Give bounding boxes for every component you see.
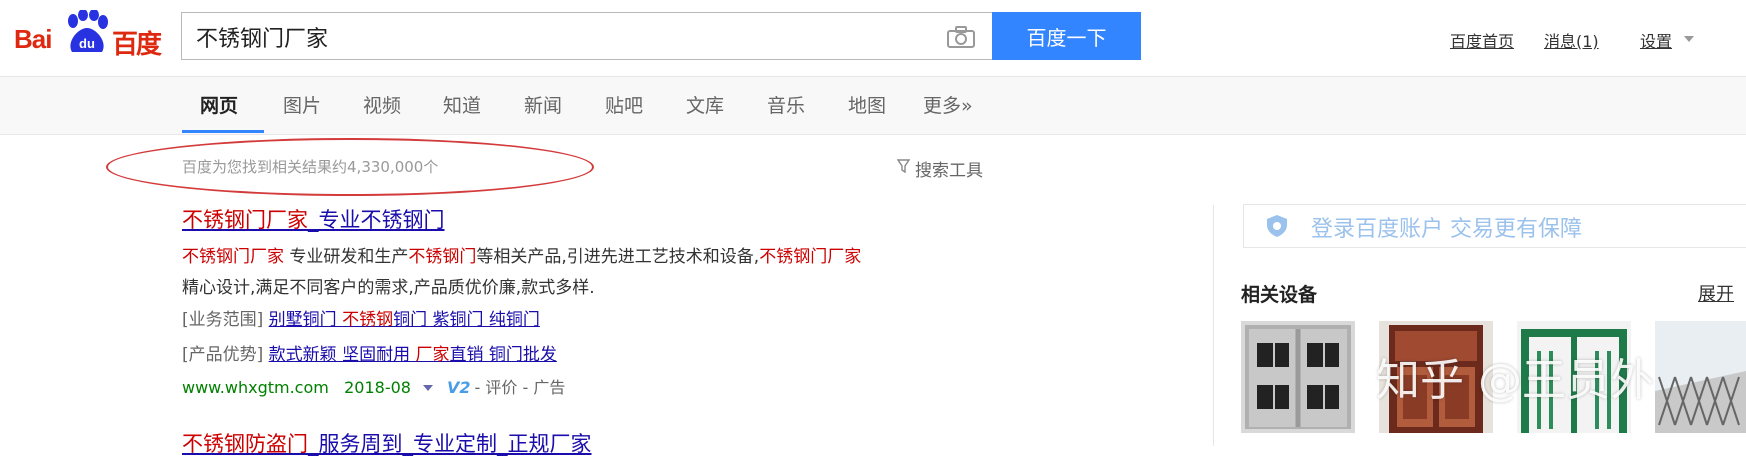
- login-text: 登录百度账户 交易更有保障: [1311, 217, 1582, 242]
- thumbnail-copper-door[interactable]: [1379, 321, 1493, 433]
- tab-tieba[interactable]: 贴吧: [605, 91, 643, 118]
- search-vertical-tabs: 网页 图片 视频 知道 新闻 贴吧 文库 音乐 地图 更多»: [0, 77, 1746, 135]
- login-banner[interactable]: 登录百度账户 交易更有保障: [1243, 204, 1746, 248]
- paw-icon: du: [68, 10, 108, 52]
- search-button[interactable]: 百度一下: [992, 12, 1141, 60]
- result-url[interactable]: www.whxgtm.com: [182, 378, 329, 397]
- top-bar: Bai du 百度 百度一下 百度首页 消息(1) 设置: [0, 0, 1746, 77]
- annotation-ellipse: [106, 138, 594, 196]
- review-link[interactable]: - 评价: [474, 378, 517, 397]
- search-tools-button[interactable]: 搜索工具: [915, 156, 983, 181]
- result-description-line2: 精心设计,满足不同客户的需求,产品质优价廉,款式多样.: [182, 278, 595, 298]
- tab-images[interactable]: 图片: [283, 91, 321, 118]
- logo-bai-text: Bai: [14, 24, 52, 54]
- home-link[interactable]: 百度首页: [1450, 28, 1514, 52]
- tab-web[interactable]: 网页: [200, 91, 238, 118]
- search-box: [181, 12, 992, 60]
- thumbnail-steel-door[interactable]: [1241, 321, 1355, 433]
- thumbnail-retractable-gate[interactable]: [1655, 321, 1746, 433]
- logo-baidu-cn-text: 百度: [112, 30, 162, 60]
- sitelinks-business: [业务范围] 别墅铜门 不锈钢铜门 紫铜门 纯铜门: [182, 310, 540, 330]
- active-tab-indicator: [182, 130, 264, 133]
- expand-link[interactable]: 展开: [1698, 280, 1734, 306]
- chevron-down-icon[interactable]: [422, 384, 433, 391]
- baidu-logo[interactable]: Bai du 百度: [14, 6, 166, 60]
- sitelink[interactable]: 别墅铜门 不锈钢铜门 紫铜门 纯铜门: [269, 310, 540, 330]
- sitelink[interactable]: 款式新颖 坚固耐用 厂家直销 铜门批发: [269, 345, 557, 365]
- tab-music[interactable]: 音乐: [767, 91, 805, 118]
- related-equipment-title: 相关设备: [1241, 284, 1318, 306]
- filter-icon[interactable]: [897, 159, 910, 173]
- tab-more[interactable]: 更多»: [923, 91, 973, 118]
- v2-badge[interactable]: V2: [447, 378, 471, 397]
- logo-du-text: du: [79, 36, 95, 51]
- tab-news[interactable]: 新闻: [524, 91, 562, 118]
- result-title[interactable]: 不锈钢门厂家_专业不锈钢门: [182, 204, 445, 234]
- thumbnail-green-gate[interactable]: [1517, 321, 1631, 433]
- chevron-down-icon[interactable]: [1684, 36, 1694, 42]
- result-description: 不锈钢门厂家 专业研发和生产不锈钢门等相关产品,引进先进工艺技术和设备,不锈钢门…: [182, 247, 862, 267]
- result-title[interactable]: 不锈钢防盗门_服务周到_专业定制_正规厂家: [182, 428, 592, 458]
- tab-zhidao[interactable]: 知道: [443, 91, 481, 118]
- messages-link[interactable]: 消息(1): [1544, 28, 1599, 52]
- settings-link[interactable]: 设置: [1640, 28, 1672, 52]
- right-panel-divider: [1213, 205, 1214, 446]
- result-date: 2018-08: [344, 378, 411, 397]
- result-meta: www.whxgtm.com 2018-08 V2- 评价 - 广告: [182, 374, 565, 398]
- search-input[interactable]: [194, 21, 918, 53]
- tab-wenku[interactable]: 文库: [686, 91, 724, 118]
- sitelinks-advantages: [产品优势] 款式新颖 坚固耐用 厂家直销 铜门批发: [182, 345, 557, 365]
- tab-videos[interactable]: 视频: [363, 91, 401, 118]
- ad-label: - 广告: [522, 378, 566, 397]
- camera-icon[interactable]: [947, 26, 975, 48]
- tab-maps[interactable]: 地图: [848, 91, 886, 118]
- user-links: 百度首页 消息(1) 设置: [1446, 28, 1746, 52]
- shield-icon: [1267, 215, 1287, 237]
